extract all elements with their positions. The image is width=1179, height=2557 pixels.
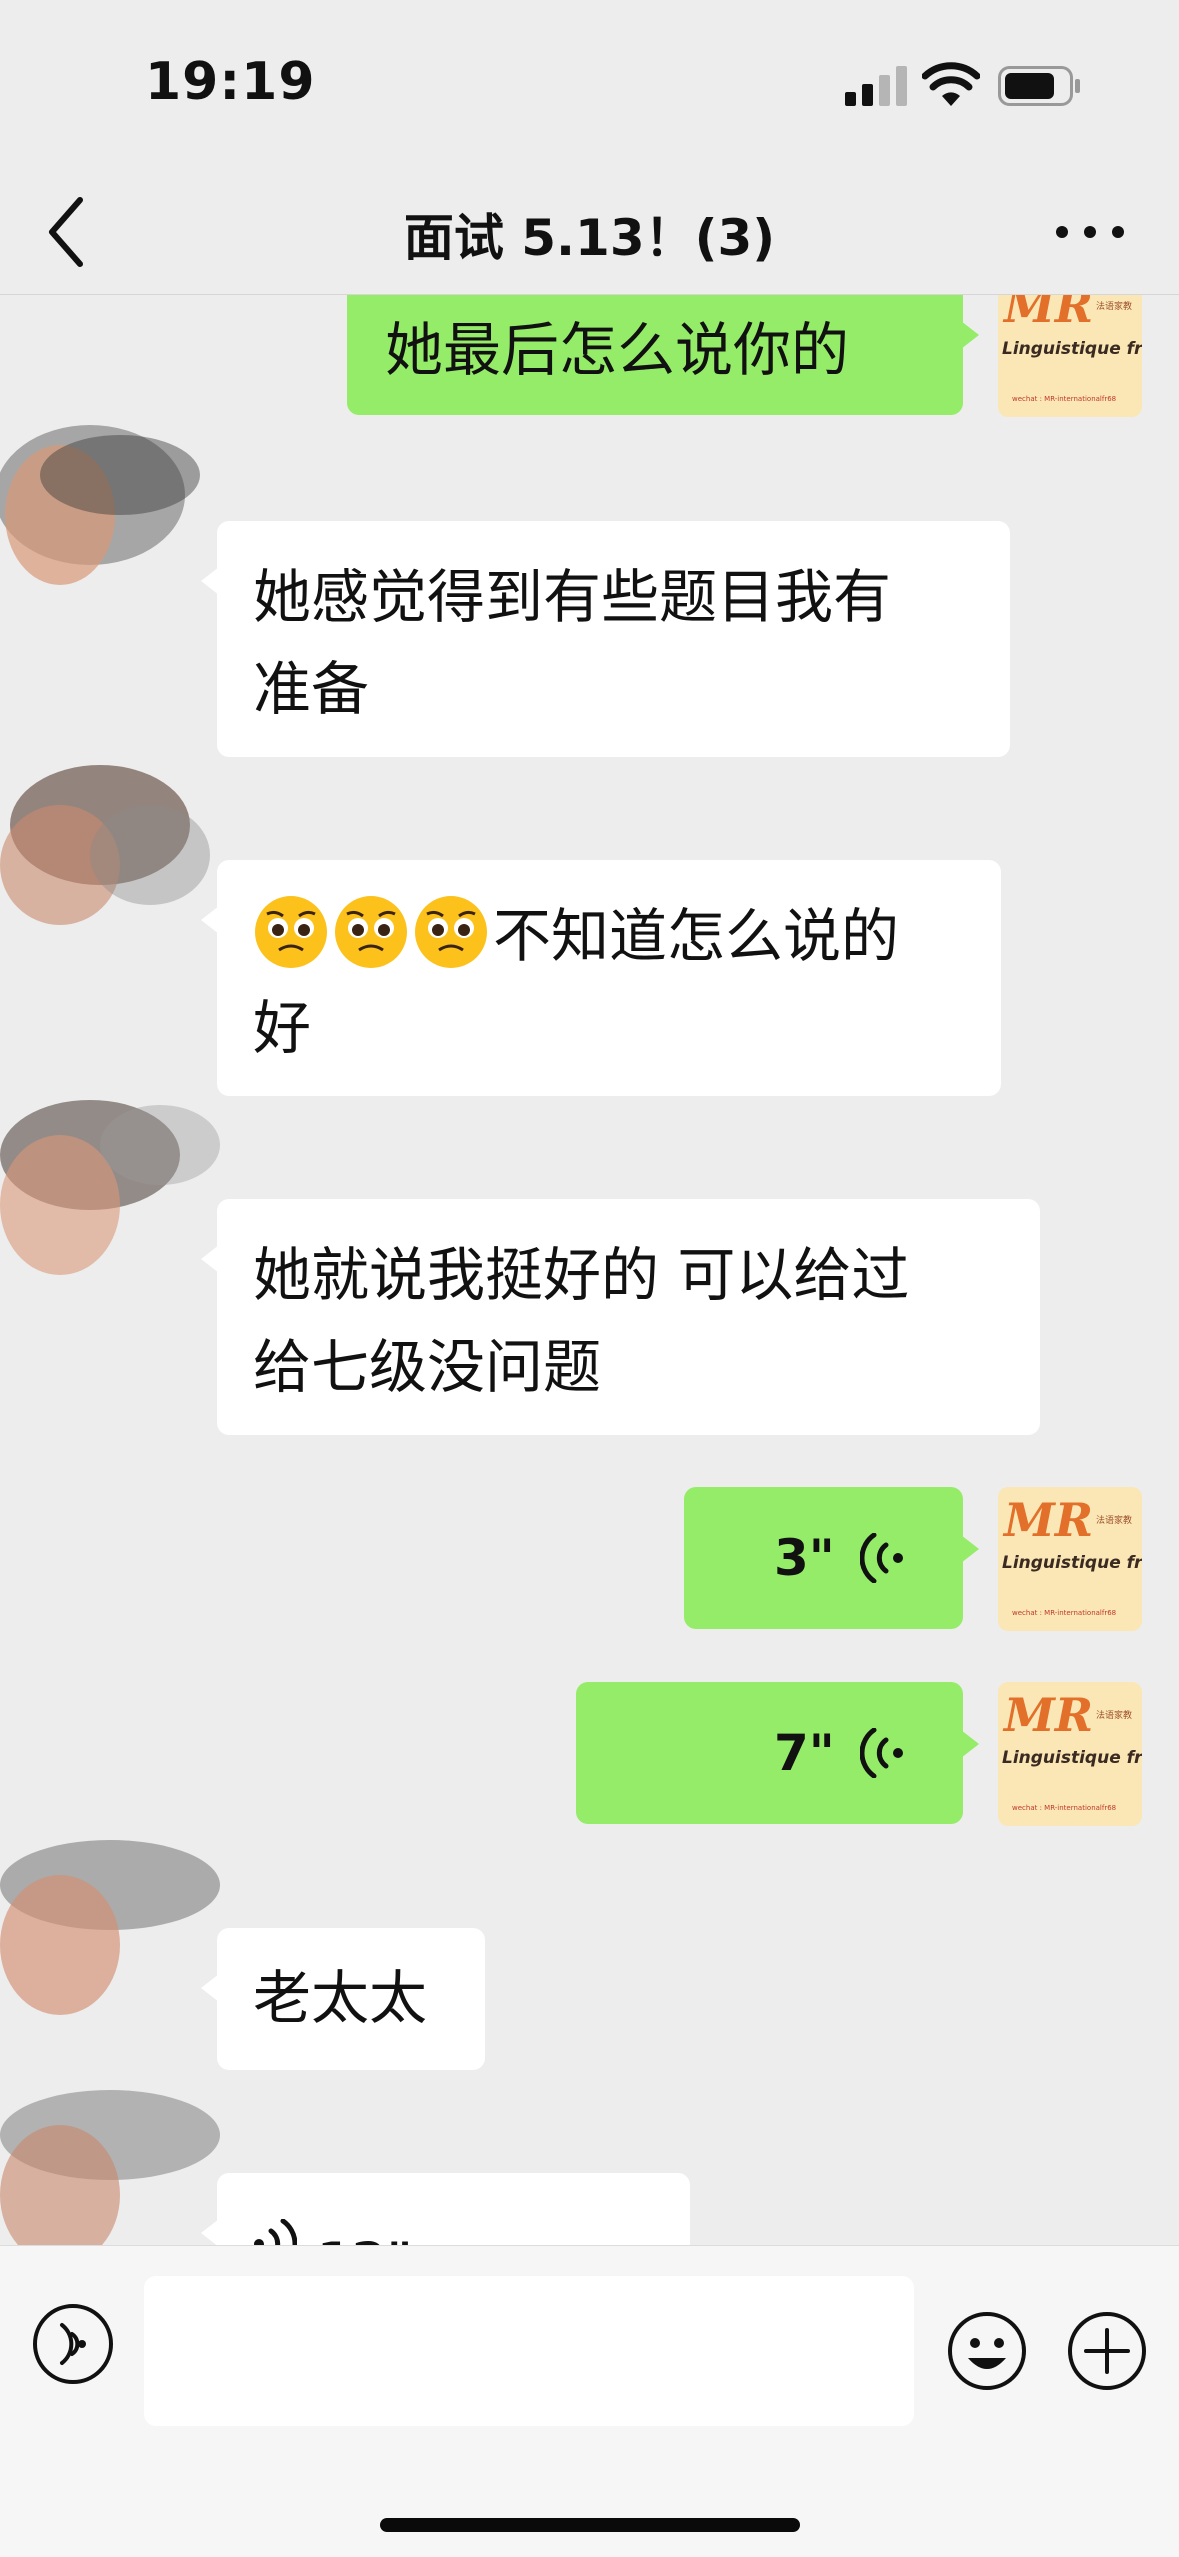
pleading-face-emoji-icon <box>335 896 407 968</box>
voice-duration: 12" <box>317 2215 413 2245</box>
my-avatar[interactable]: MR 法语家教 Linguistique française wechat : … <box>998 1682 1142 1826</box>
incoming-text-bubble[interactable]: 老太太 <box>201 1928 485 2070</box>
message-text: 老太太 <box>253 1964 428 2032</box>
contact-avatar[interactable] <box>0 405 220 605</box>
incoming-text-bubble[interactable]: 不知道怎么说的 好 <box>201 860 1001 1096</box>
message-line: 她感觉得到有些题目我有 <box>253 563 892 631</box>
contact-avatar[interactable] <box>0 1825 220 2025</box>
incoming-voice-bubble[interactable]: 12" <box>201 2173 690 2245</box>
outgoing-voice-bubble[interactable]: 7" <box>576 1682 979 1824</box>
voice-playback-icon <box>860 1533 903 1583</box>
voice-playback-icon <box>860 1728 903 1778</box>
contact-avatar[interactable] <box>0 2075 220 2245</box>
voice-playback-icon <box>254 2219 297 2245</box>
voice-duration: 3" <box>774 1529 835 1587</box>
message-line: 她就说我挺好的 可以给过 <box>253 1241 910 1309</box>
contact-avatar[interactable] <box>0 1085 220 1285</box>
status-bar: 19:19 <box>0 0 1179 170</box>
message-input[interactable] <box>144 2276 914 2426</box>
chat-title: 面试 5.13！(3) <box>403 209 776 267</box>
message-line: 不知道怎么说的 <box>253 890 965 982</box>
status-time: 19:19 <box>145 52 316 112</box>
message-list[interactable]: MR 法语家教 Linguistique française wechat : … <box>0 295 1179 2245</box>
pleading-face-emoji-icon <box>255 896 327 968</box>
chat-header: 面试 5.13！(3) <box>0 170 1179 295</box>
battery-icon <box>998 66 1080 106</box>
message-line: 给七级没问题 <box>253 1333 602 1401</box>
input-bar <box>0 2245 1179 2557</box>
incoming-text-bubble[interactable]: 她感觉得到有些题目我有 准备 <box>201 521 1010 757</box>
message-text: 她最后怎么说你的 <box>385 316 850 384</box>
more-options-icon[interactable] <box>1050 204 1130 260</box>
voice-duration: 7" <box>774 1724 835 1782</box>
emoji-picker-icon[interactable] <box>946 2310 1028 2392</box>
home-indicator <box>380 2518 800 2532</box>
message-line: 准备 <box>253 655 370 723</box>
outgoing-text-bubble[interactable]: 她最后怎么说你的 <box>347 295 979 415</box>
incoming-text-bubble[interactable]: 她就说我挺好的 可以给过 给七级没问题 <box>201 1199 1040 1435</box>
cellular-signal-icon <box>845 66 907 106</box>
outgoing-voice-bubble[interactable]: 3" <box>684 1487 979 1629</box>
my-avatar[interactable]: MR 法语家教 Linguistique française wechat : … <box>998 1487 1142 1631</box>
pleading-face-emoji-icon <box>415 896 487 968</box>
voice-input-toggle-icon[interactable] <box>30 2301 116 2387</box>
my-avatar[interactable]: MR 法语家教 Linguistique française wechat : … <box>998 295 1142 417</box>
wifi-icon <box>922 62 980 106</box>
more-attachments-plus-icon[interactable] <box>1066 2310 1148 2392</box>
contact-avatar[interactable] <box>0 745 220 945</box>
message-line: 好 <box>253 994 312 1062</box>
